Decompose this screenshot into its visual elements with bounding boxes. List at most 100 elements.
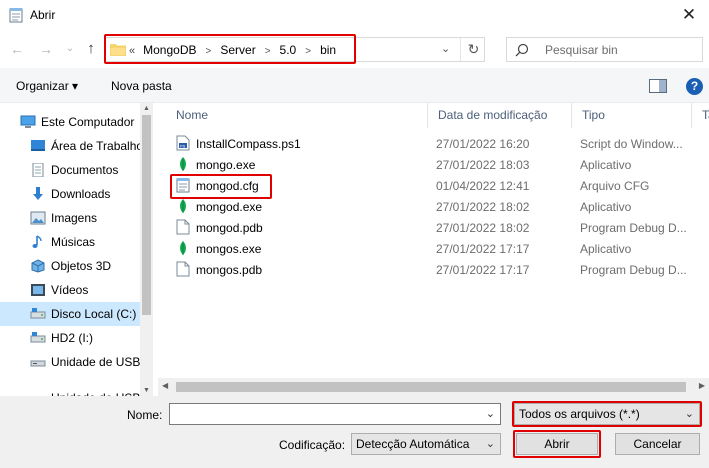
highlight-breadcrumb xyxy=(104,34,356,64)
column-header-type[interactable]: Tipo xyxy=(572,103,692,128)
file-date: 27/01/2022 18:02 xyxy=(436,221,530,235)
file-type: Program Debug D... xyxy=(580,221,687,235)
column-header-size[interactable]: Ta xyxy=(692,103,709,128)
navigation-pane: Este Computador Área de Trabalho Documento… xyxy=(0,103,152,396)
cancel-button[interactable]: Cancelar xyxy=(615,433,700,455)
desktop-icon xyxy=(30,139,46,153)
sidebar-item-label: Este Computador xyxy=(41,115,135,129)
file-type: Arquivo CFG xyxy=(580,179,650,193)
preview-pane-icon[interactable] xyxy=(649,79,667,93)
file-row[interactable]: mongos.pdb 27/01/2022 17:17 Program Debug … xyxy=(158,259,709,280)
scroll-left-icon[interactable]: ◀ xyxy=(162,381,168,390)
documents-icon xyxy=(30,162,46,178)
file-date: 27/01/2022 18:02 xyxy=(436,200,530,214)
blank-file-icon xyxy=(176,261,190,277)
refresh-icon[interactable]: ↻ xyxy=(460,38,486,61)
recent-locations-icon[interactable]: ⌄ xyxy=(62,40,78,58)
chevron-down-icon[interactable]: ⌄ xyxy=(486,407,495,420)
sidebar-scrollbar[interactable]: ▲ ▼ xyxy=(140,103,153,396)
back-icon[interactable]: ← xyxy=(9,40,25,58)
file-row[interactable]: mongos.exe 27/01/2022 17:17 Aplicativo xyxy=(158,238,709,259)
search-icon xyxy=(515,43,529,57)
mongodb-leaf-icon xyxy=(176,240,190,256)
title-bar: Abrir ✕ xyxy=(0,0,709,30)
encoding-label: Codificação: xyxy=(279,438,346,452)
up-folder-icon[interactable]: ↑ xyxy=(83,40,99,58)
file-row[interactable]: mongod.exe 27/01/2022 18:02 Aplicativo xyxy=(158,196,709,217)
scrollbar-thumb[interactable] xyxy=(142,115,151,315)
bottom-panel: Nome: ⌄ Todos os arquivos (*.*) ⌄ Codifi… xyxy=(0,396,709,468)
forward-icon[interactable]: → xyxy=(38,40,54,58)
file-name: mongos.exe xyxy=(196,242,262,256)
sidebar-item-label: Área de Trabalho xyxy=(51,139,140,153)
objects3d-icon xyxy=(30,259,46,273)
column-header-date[interactable]: Data de modificação xyxy=(428,103,572,128)
sidebar-item-label: Músicas xyxy=(51,235,96,249)
search-input[interactable]: Pesquisar bin xyxy=(506,37,703,62)
chevron-down-icon: ⌄ xyxy=(485,438,495,450)
file-row[interactable]: PS InstallCompass.ps1 27/01/2022 16:20 Scri… xyxy=(158,133,709,154)
mongodb-leaf-icon xyxy=(176,156,190,172)
file-row[interactable]: mongo.exe 27/01/2022 18:03 Aplicativo xyxy=(158,154,709,175)
organize-button[interactable]: Organizar ▾ xyxy=(16,79,78,93)
close-icon[interactable]: ✕ xyxy=(669,0,709,30)
sidebar-item-label: HD2 (I:) xyxy=(51,331,93,345)
scrollbar-thumb[interactable] xyxy=(176,382,686,392)
file-date: 27/01/2022 16:20 xyxy=(436,137,530,151)
command-bar: Organizar ▾ Nova pasta ? xyxy=(0,68,709,103)
highlight-open-button xyxy=(513,430,601,458)
sidebar-item-label: Objetos 3D xyxy=(51,259,112,273)
file-name-input[interactable]: ⌄ xyxy=(169,403,501,425)
window-title: Abrir xyxy=(30,8,56,22)
file-date: 27/01/2022 17:17 xyxy=(436,242,530,256)
file-type: Script do Window... xyxy=(580,137,683,151)
sidebar-item[interactable]: Disco Local (C:) xyxy=(0,302,140,326)
drive-icon xyxy=(30,307,46,321)
sidebar-item-label: Vídeos xyxy=(51,283,89,297)
sidebar-item[interactable]: Objetos 3D xyxy=(0,254,140,278)
powershell-file-icon: PS xyxy=(176,135,190,151)
horizontal-scrollbar[interactable]: ◀ ▶ xyxy=(158,378,709,396)
videos-icon xyxy=(30,283,46,297)
sidebar-item[interactable]: Downloads xyxy=(0,182,140,206)
scroll-up-icon[interactable]: ▲ xyxy=(140,105,153,112)
file-type: Aplicativo xyxy=(580,158,632,172)
sidebar-item-label: Unidade de USB xyxy=(51,355,140,369)
scroll-down-icon[interactable]: ▼ xyxy=(140,387,153,394)
sidebar-item[interactable]: Vídeos xyxy=(0,278,140,302)
help-icon[interactable]: ? xyxy=(686,78,703,95)
sidebar-item-label: Imagens xyxy=(51,211,98,225)
sidebar-item[interactable]: Este Computador xyxy=(0,110,140,134)
sidebar-item-label: Disco Local (C:) xyxy=(51,307,137,321)
sidebar-item[interactable]: Área de Trabalho xyxy=(0,134,140,158)
downloads-icon xyxy=(30,187,46,201)
search-placeholder: Pesquisar bin xyxy=(545,43,618,57)
music-icon xyxy=(30,235,46,249)
new-folder-button[interactable]: Nova pasta xyxy=(111,79,172,93)
sidebar-item[interactable]: Unidade de USB (I:) xyxy=(0,386,140,396)
column-header-name[interactable]: Nome xyxy=(166,103,428,128)
highlight-mongod-cfg xyxy=(170,174,272,199)
file-name: mongod.pdb xyxy=(196,221,263,235)
scroll-right-icon[interactable]: ▶ xyxy=(699,381,705,390)
file-name: mongo.exe xyxy=(196,158,256,172)
file-type: Aplicativo xyxy=(580,200,632,214)
file-date: 27/01/2022 18:03 xyxy=(436,158,530,172)
file-row[interactable]: mongod.pdb 27/01/2022 18:02 Program Debug … xyxy=(158,217,709,238)
sidebar-item[interactable]: Músicas xyxy=(0,230,140,254)
encoding-value: Detecção Automática xyxy=(356,437,470,451)
mongodb-leaf-icon xyxy=(176,198,190,214)
blank-file-icon xyxy=(176,219,190,235)
drive-icon xyxy=(30,331,46,345)
encoding-select[interactable]: Detecção Automática ⌄ xyxy=(351,433,501,455)
sidebar-item-label: Downloads xyxy=(51,187,111,201)
file-date: 01/04/2022 12:41 xyxy=(436,179,530,193)
sidebar-item[interactable]: Imagens xyxy=(0,206,140,230)
sidebar-item[interactable]: HD2 (I:) xyxy=(0,326,140,350)
chevron-down-icon[interactable]: ⌄ xyxy=(441,42,450,55)
file-date: 27/01/2022 17:17 xyxy=(436,263,530,277)
file-type: Aplicativo xyxy=(580,242,632,256)
sidebar-item[interactable]: Unidade de USB xyxy=(0,350,140,374)
sidebar-item[interactable]: Documentos xyxy=(0,158,140,182)
navigation-bar: ← → ⌄ ↑ «MongoDB > Server >5.0 > bin ⌄ ↻ Pesq… xyxy=(0,30,709,68)
